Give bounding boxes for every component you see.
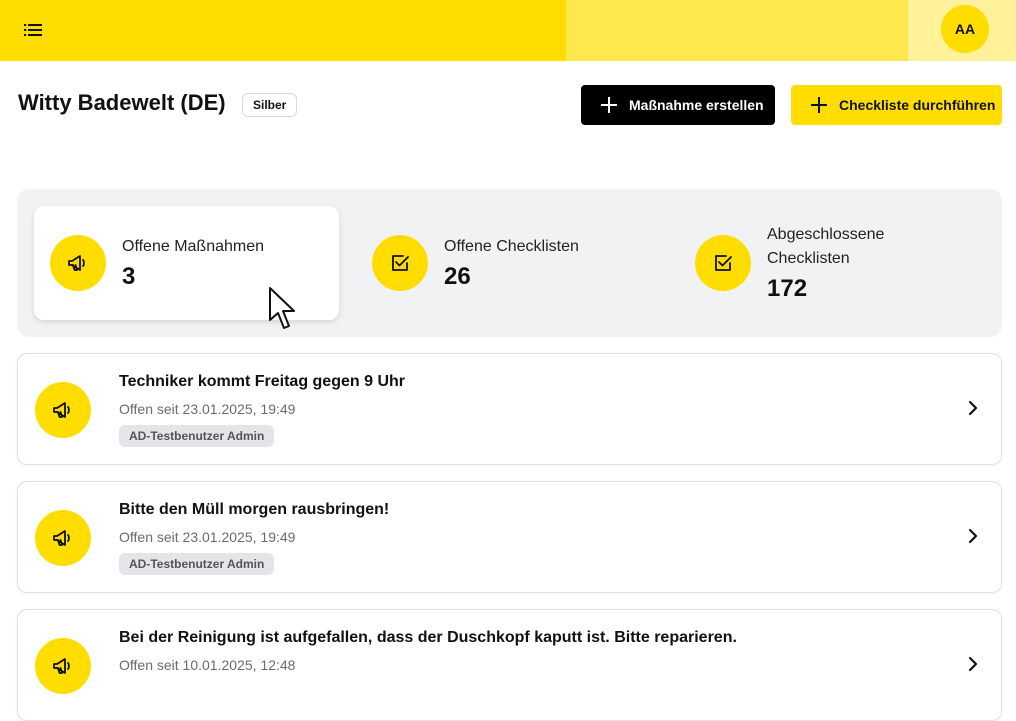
top-bar: AA xyxy=(0,0,1016,61)
stat-label: Abgeschlossene xyxy=(767,226,885,243)
list-item[interactable]: Bei der Reinigung ist aufgefallen, dass … xyxy=(17,609,1002,721)
item-subtitle: Offen seit 10.01.2025, 12:48 xyxy=(119,657,296,673)
stat-completed-checklists[interactable]: Abgeschlossene Checklisten 172 xyxy=(695,206,985,320)
list-item[interactable]: Bitte den Müll morgen rausbringen! Offen… xyxy=(17,481,1002,593)
megaphone-icon xyxy=(35,638,91,694)
stats-panel: Offene Maßnahmen 3 Offene Checklisten 26… xyxy=(17,189,1002,337)
stat-value: 3 xyxy=(122,263,136,290)
user-avatar[interactable]: AA xyxy=(941,5,989,53)
top-bar-left xyxy=(0,0,566,61)
page-title: Witty Badewelt (DE) xyxy=(18,90,226,115)
plus-icon xyxy=(601,97,617,113)
menu-button[interactable] xyxy=(22,18,46,42)
stat-value: 26 xyxy=(444,263,471,290)
megaphone-icon xyxy=(35,382,91,438)
plus-icon xyxy=(811,97,827,113)
item-title: Bitte den Müll morgen rausbringen! xyxy=(119,501,390,518)
stat-label: Offene Maßnahmen xyxy=(122,238,265,255)
item-subtitle: Offen seit 23.01.2025, 19:49 xyxy=(119,401,296,417)
megaphone-icon xyxy=(50,235,106,291)
menu-icon xyxy=(24,24,42,36)
checkbox-icon xyxy=(695,235,751,291)
stat-open-checklists[interactable]: Offene Checklisten 26 xyxy=(372,206,672,320)
status-badge: Silber xyxy=(242,93,298,117)
list-item[interactable]: Techniker kommt Freitag gegen 9 Uhr Offe… xyxy=(17,353,1002,465)
create-measure-label: Maßnahme erstellen xyxy=(629,97,764,113)
run-checklist-button[interactable]: Checkliste durchführen xyxy=(791,85,1002,125)
stat-label: Offene Checklisten xyxy=(444,238,579,255)
megaphone-icon xyxy=(35,510,91,566)
item-subtitle: Offen seit 23.01.2025, 19:49 xyxy=(119,529,296,545)
checkbox-icon xyxy=(372,235,428,291)
top-bar-middle xyxy=(566,0,908,61)
stat-label: Checklisten xyxy=(767,250,850,267)
item-title: Bei der Reinigung ist aufgefallen, dass … xyxy=(119,629,737,646)
chevron-right-icon xyxy=(968,400,978,416)
item-title: Techniker kommt Freitag gegen 9 Uhr xyxy=(119,373,405,390)
chevron-right-icon xyxy=(968,528,978,544)
stat-open-measures[interactable]: Offene Maßnahmen 3 xyxy=(34,206,339,320)
stat-value: 172 xyxy=(767,275,808,302)
run-checklist-label: Checkliste durchführen xyxy=(839,97,996,113)
top-bar-right: AA xyxy=(908,0,1016,61)
item-tag: AD-Testbenutzer Admin xyxy=(119,553,275,575)
create-measure-button[interactable]: Maßnahme erstellen xyxy=(581,85,775,125)
chevron-right-icon xyxy=(968,656,978,672)
item-tag: AD-Testbenutzer Admin xyxy=(119,425,275,447)
